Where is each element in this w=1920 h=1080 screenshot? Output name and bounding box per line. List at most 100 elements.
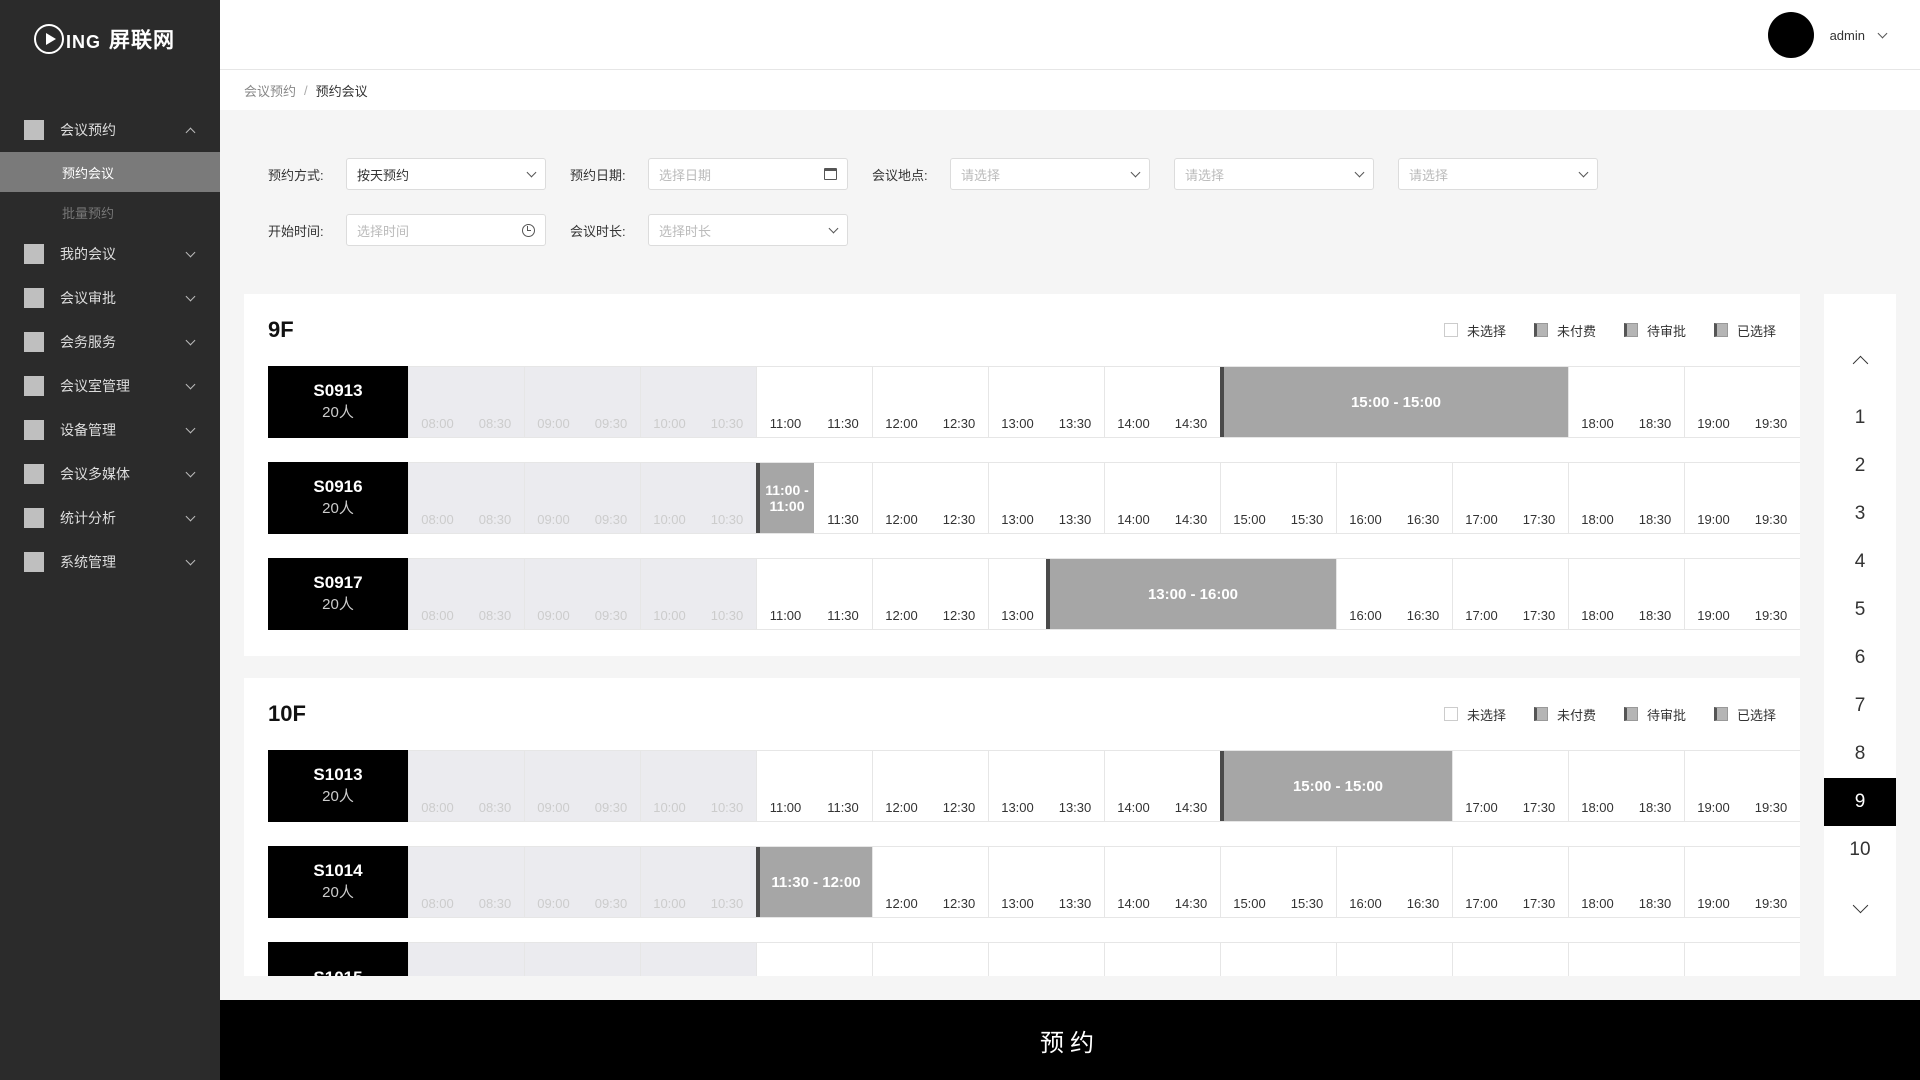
time-slot[interactable] xyxy=(1684,943,1742,976)
location-select-floor[interactable]: 请选择 xyxy=(1174,158,1374,190)
booked-slot[interactable]: 15:00 - 15:00 xyxy=(1220,751,1452,821)
room-label[interactable]: S0916 20人 xyxy=(268,462,408,534)
sidebar-item-3[interactable]: 会议室管理 xyxy=(0,364,220,408)
time-slot[interactable]: 15:00 xyxy=(1220,847,1278,917)
pager-page-9[interactable]: 9 xyxy=(1824,778,1896,826)
time-slot[interactable]: 18:00 xyxy=(1568,559,1626,629)
time-slot[interactable]: 17:00 xyxy=(1452,847,1510,917)
time-slot[interactable]: 19:00 xyxy=(1684,751,1742,821)
time-slot[interactable] xyxy=(1162,943,1220,976)
time-slot[interactable]: 16:00 xyxy=(1336,559,1394,629)
time-slot[interactable]: 18:30 xyxy=(1626,559,1684,629)
time-slot[interactable]: 14:30 xyxy=(1162,367,1220,437)
chevron-down-icon[interactable] xyxy=(1877,28,1888,38)
brand-logo[interactable]: ING 屏联网 xyxy=(0,0,220,78)
time-slot[interactable]: 15:30 xyxy=(1278,847,1336,917)
time-slot[interactable]: 17:30 xyxy=(1510,751,1568,821)
booking-mode-select[interactable]: 按天预约 xyxy=(346,158,546,190)
time-slot[interactable]: 12:30 xyxy=(930,559,988,629)
time-slot[interactable] xyxy=(1336,943,1394,976)
time-slot[interactable]: 11:00 xyxy=(756,559,814,629)
pager-up-button[interactable] xyxy=(1824,354,1896,372)
time-slot[interactable]: 12:30 xyxy=(930,847,988,917)
booking-date-picker[interactable]: 选择日期 xyxy=(648,158,848,190)
time-slot[interactable]: 11:00 xyxy=(756,751,814,821)
time-slot[interactable]: 13:00 xyxy=(988,463,1046,533)
time-slot[interactable] xyxy=(756,943,814,976)
room-label[interactable]: S1014 20人 xyxy=(268,846,408,918)
sidebar-item-1[interactable]: 会议审批 xyxy=(0,276,220,320)
time-slot[interactable] xyxy=(1452,943,1510,976)
book-button[interactable]: 预约 xyxy=(220,1000,1920,1080)
time-slot[interactable] xyxy=(1278,943,1336,976)
time-slot[interactable] xyxy=(930,943,988,976)
time-slot[interactable]: 12:30 xyxy=(930,751,988,821)
time-slot[interactable]: 12:30 xyxy=(930,367,988,437)
time-slot[interactable]: 11:30 xyxy=(814,463,872,533)
time-slot[interactable]: 14:00 xyxy=(1104,367,1162,437)
time-slot[interactable]: 13:00 xyxy=(988,847,1046,917)
time-slot[interactable]: 19:30 xyxy=(1742,847,1800,917)
time-slot[interactable]: 14:30 xyxy=(1162,463,1220,533)
time-slot[interactable] xyxy=(1394,943,1452,976)
time-slot[interactable]: 12:00 xyxy=(872,367,930,437)
pager-page-7[interactable]: 7 xyxy=(1824,682,1896,730)
time-slot[interactable]: 19:30 xyxy=(1742,751,1800,821)
booked-slot[interactable]: 11:30 - 12:00 xyxy=(756,847,872,917)
time-slot[interactable]: 13:30 xyxy=(1046,751,1104,821)
pager-page-3[interactable]: 3 xyxy=(1824,490,1896,538)
time-slot[interactable]: 12:00 xyxy=(872,751,930,821)
time-slot[interactable]: 17:30 xyxy=(1510,559,1568,629)
duration-select[interactable]: 选择时长 xyxy=(648,214,848,246)
location-select-room[interactable]: 请选择 xyxy=(1398,158,1598,190)
time-slot[interactable]: 18:30 xyxy=(1626,847,1684,917)
time-slot[interactable]: 15:30 xyxy=(1278,463,1336,533)
time-slot[interactable]: 17:00 xyxy=(1452,751,1510,821)
sidebar-subitem-batch-booking[interactable]: 批量预约 xyxy=(0,192,220,232)
sidebar-item-6[interactable]: 统计分析 xyxy=(0,496,220,540)
time-slot[interactable]: 18:30 xyxy=(1626,751,1684,821)
time-slot[interactable]: 18:30 xyxy=(1626,367,1684,437)
time-slot[interactable] xyxy=(1742,943,1800,976)
time-slot[interactable]: 19:30 xyxy=(1742,559,1800,629)
sidebar-item-5[interactable]: 会议多媒体 xyxy=(0,452,220,496)
pager-page-2[interactable]: 2 xyxy=(1824,442,1896,490)
time-slot[interactable]: 13:30 xyxy=(1046,847,1104,917)
time-slot[interactable]: 17:30 xyxy=(1510,847,1568,917)
sidebar-item-0[interactable]: 我的会议 xyxy=(0,232,220,276)
pager-page-4[interactable]: 4 xyxy=(1824,538,1896,586)
room-label[interactable]: S0913 20人 xyxy=(268,366,408,438)
time-slot[interactable]: 19:30 xyxy=(1742,463,1800,533)
time-slot[interactable] xyxy=(1104,943,1162,976)
time-slot[interactable]: 16:30 xyxy=(1394,463,1452,533)
time-slot[interactable]: 18:30 xyxy=(1626,463,1684,533)
time-slot[interactable]: 13:00 xyxy=(988,559,1046,629)
user-menu[interactable]: admin xyxy=(1767,12,1888,58)
avatar[interactable] xyxy=(1767,12,1814,58)
time-slot[interactable] xyxy=(1626,943,1684,976)
time-slot[interactable]: 19:00 xyxy=(1684,847,1742,917)
time-slot[interactable]: 13:30 xyxy=(1046,463,1104,533)
room-label[interactable]: S1015 xyxy=(268,942,408,976)
time-slot[interactable]: 13:30 xyxy=(1046,367,1104,437)
time-slot[interactable]: 16:30 xyxy=(1394,559,1452,629)
sidebar-subitem-book-meeting[interactable]: 预约会议 xyxy=(0,152,220,192)
time-slot[interactable]: 18:00 xyxy=(1568,751,1626,821)
time-slot[interactable]: 11:30 xyxy=(814,559,872,629)
time-slot[interactable]: 14:00 xyxy=(1104,463,1162,533)
time-slot[interactable]: 12:30 xyxy=(930,463,988,533)
time-slot[interactable]: 14:30 xyxy=(1162,847,1220,917)
pager-page-5[interactable]: 5 xyxy=(1824,586,1896,634)
room-label[interactable]: S1013 20人 xyxy=(268,750,408,822)
time-slot[interactable]: 15:00 xyxy=(1220,463,1278,533)
pager-down-button[interactable] xyxy=(1824,897,1896,914)
time-slot[interactable]: 18:00 xyxy=(1568,367,1626,437)
time-slot[interactable]: 19:00 xyxy=(1684,367,1742,437)
time-slot[interactable]: 17:00 xyxy=(1452,559,1510,629)
time-slot[interactable]: 11:30 xyxy=(814,751,872,821)
time-slot[interactable]: 11:30 xyxy=(814,367,872,437)
pager-page-6[interactable]: 6 xyxy=(1824,634,1896,682)
time-slot[interactable] xyxy=(988,943,1046,976)
booked-slot[interactable]: 13:00 - 16:00 xyxy=(1046,559,1336,629)
time-slot[interactable] xyxy=(1220,943,1278,976)
